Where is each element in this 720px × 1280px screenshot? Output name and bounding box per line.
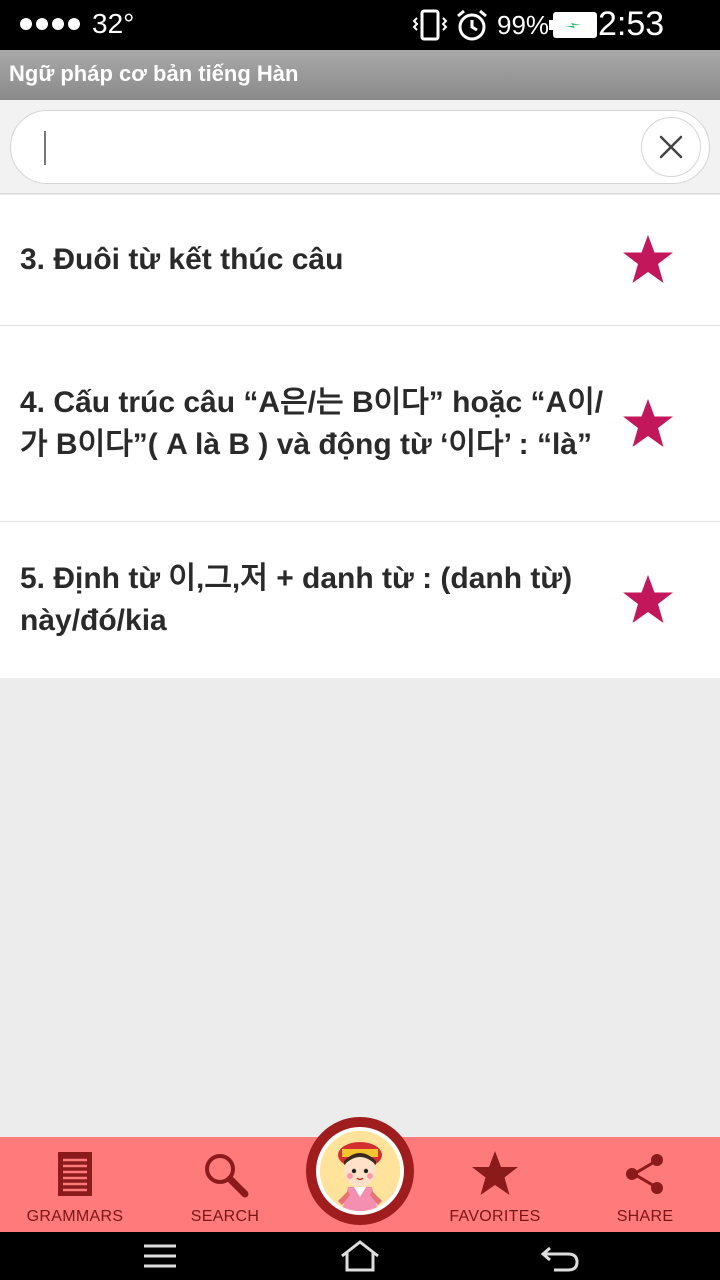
nav-search-label: SEARCH xyxy=(190,1208,260,1225)
mascot-avatar xyxy=(320,1131,400,1211)
favorite-star-icon[interactable] xyxy=(620,396,676,452)
list-item[interactable]: 3. Đuôi từ kết thúc câu xyxy=(0,195,720,326)
battery-charging-icon xyxy=(549,12,597,38)
mascot-frame xyxy=(316,1127,404,1215)
text-caret xyxy=(44,131,46,165)
list-item-label: 5. Định từ 이,그,저 + danh từ : (danh từ) n… xyxy=(20,562,573,637)
grammar-list: 3. Đuôi từ kết thúc câu 4. Cấu trúc câu … xyxy=(0,195,720,678)
alarm-clock-icon xyxy=(457,9,487,41)
search-box[interactable] xyxy=(10,110,710,184)
app-title-bar: Ngữ pháp cơ bản tiếng Hàn xyxy=(0,50,720,100)
nav-share[interactable]: SHARE xyxy=(570,1137,720,1232)
search-area xyxy=(0,100,720,194)
favorite-star-icon[interactable] xyxy=(620,572,676,628)
list-item[interactable]: 5. Định từ 이,그,저 + danh từ : (danh từ) n… xyxy=(0,522,720,678)
status-bar: 32° 99% 2:53 PM xyxy=(0,0,720,82)
search-input[interactable] xyxy=(33,125,633,171)
favorite-star-icon[interactable] xyxy=(620,232,676,288)
nav-grammars[interactable]: GRAMMARS xyxy=(0,1137,150,1232)
system-navigation-bar xyxy=(0,1232,720,1280)
document-list-icon xyxy=(58,1152,92,1196)
nav-grammars-label: GRAMMARS xyxy=(26,1208,124,1225)
list-item-label: 4. Cấu trúc câu “A은/는 B이다” hoặc “A이/가 B이… xyxy=(20,385,604,461)
nav-share-label: SHARE xyxy=(616,1208,674,1225)
star-icon xyxy=(472,1151,518,1195)
search-icon xyxy=(205,1154,249,1198)
clear-search-button[interactable] xyxy=(641,117,701,177)
close-icon xyxy=(659,135,683,159)
vibrate-icon xyxy=(412,9,448,41)
nav-favorites-label: FAVORITES xyxy=(449,1208,541,1225)
menu-icon[interactable] xyxy=(130,1238,190,1274)
home-icon[interactable] xyxy=(330,1238,390,1274)
mascot-home-button[interactable] xyxy=(306,1117,414,1225)
nav-search[interactable]: SEARCH xyxy=(150,1137,300,1232)
back-icon[interactable] xyxy=(530,1238,590,1274)
app-title: Ngữ pháp cơ bản tiếng Hàn xyxy=(9,61,299,86)
list-item[interactable]: 4. Cấu trúc câu “A은/는 B이다” hoặc “A이/가 B이… xyxy=(0,326,720,522)
temperature-text: 32° xyxy=(92,8,135,39)
mascot-girl-icon xyxy=(320,1131,400,1211)
signal-strength-icon xyxy=(20,18,80,30)
list-item-label: 3. Đuôi từ kết thúc câu xyxy=(20,243,344,276)
nav-favorites[interactable]: FAVORITES xyxy=(420,1137,570,1232)
share-icon xyxy=(626,1154,663,1194)
battery-percent-text: 99% xyxy=(497,10,550,40)
